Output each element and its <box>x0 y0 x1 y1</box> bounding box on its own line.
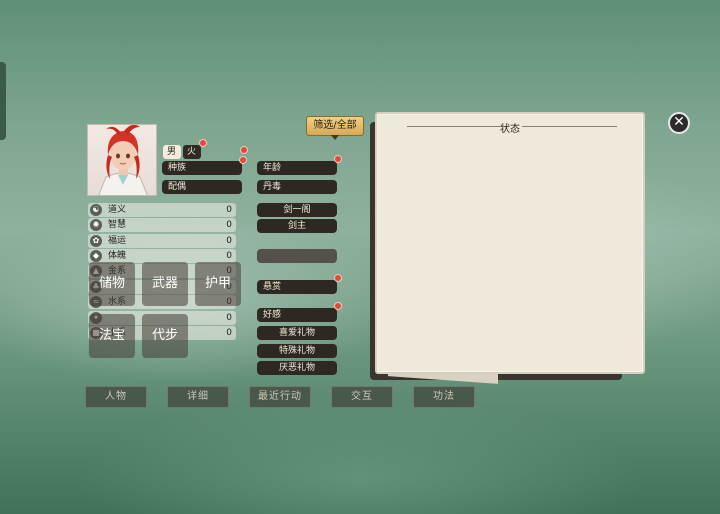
weapon-tile[interactable]: 武器 <box>142 262 188 306</box>
liked-gifts-button[interactable]: 喜爱礼物 <box>257 326 337 340</box>
side-edge-tab[interactable] <box>0 62 6 140</box>
notification-dot <box>334 302 342 310</box>
tab-skills[interactable]: 功法 <box>413 386 475 408</box>
armor-tile[interactable]: 护甲 <box>195 262 241 306</box>
notification-dot <box>199 139 207 147</box>
stat-row: ◆ 体魄 0 <box>88 249 236 263</box>
treasure-tile[interactable]: 法宝 <box>89 314 135 358</box>
title-ornament-right <box>522 126 617 127</box>
notification-dot <box>334 274 342 282</box>
sect-field[interactable]: 剑一阁 <box>257 203 337 217</box>
tab-details[interactable]: 详细 <box>167 386 229 408</box>
close-button[interactable]: ✕ <box>668 112 690 134</box>
mount-tile[interactable]: 代步 <box>142 314 188 358</box>
notification-dot <box>240 146 248 154</box>
stat-row: ☯ 道义 0 <box>88 203 236 217</box>
tab-recent-actions[interactable]: 最近行动 <box>249 386 311 408</box>
disliked-gifts-button[interactable]: 厌恶礼物 <box>257 361 337 375</box>
status-panel: 状态 <box>375 112 645 374</box>
status-panel-title: 状态 <box>500 124 520 135</box>
dan-poison-field: 丹毒 <box>257 180 337 194</box>
age-field: 年龄 <box>257 161 337 175</box>
affection-field: 好感 <box>257 308 337 322</box>
filter-button[interactable]: 筛选/全部 <box>306 116 364 140</box>
empty-field <box>257 249 337 263</box>
notification-dot <box>239 156 247 164</box>
character-portrait <box>87 124 157 196</box>
storage-tile[interactable]: 储物 <box>89 262 135 306</box>
dropdown-arrow-icon <box>331 135 339 140</box>
notification-dot <box>334 155 342 163</box>
brain-icon: ✺ <box>90 219 102 231</box>
race-field: 种族 <box>162 161 242 175</box>
close-icon: ✕ <box>673 114 685 130</box>
tab-interact[interactable]: 交互 <box>331 386 393 408</box>
spouse-field[interactable]: 配偶 <box>162 180 242 194</box>
tab-character[interactable]: 人物 <box>85 386 147 408</box>
special-gifts-button[interactable]: 特殊礼物 <box>257 344 337 358</box>
stat-row: ✺ 智慧 0 <box>88 218 236 232</box>
luck-icon: ✿ <box>90 235 102 247</box>
rank-field: 剑主 <box>257 219 337 233</box>
body-icon: ◆ <box>90 250 102 262</box>
yin-yang-icon: ☯ <box>90 204 102 216</box>
element-chip: 火 <box>183 145 201 159</box>
gender-chip: 男 <box>163 145 181 159</box>
stat-row: ✿ 福运 0 <box>88 234 236 248</box>
bounty-field[interactable]: 悬赏 <box>257 280 337 294</box>
